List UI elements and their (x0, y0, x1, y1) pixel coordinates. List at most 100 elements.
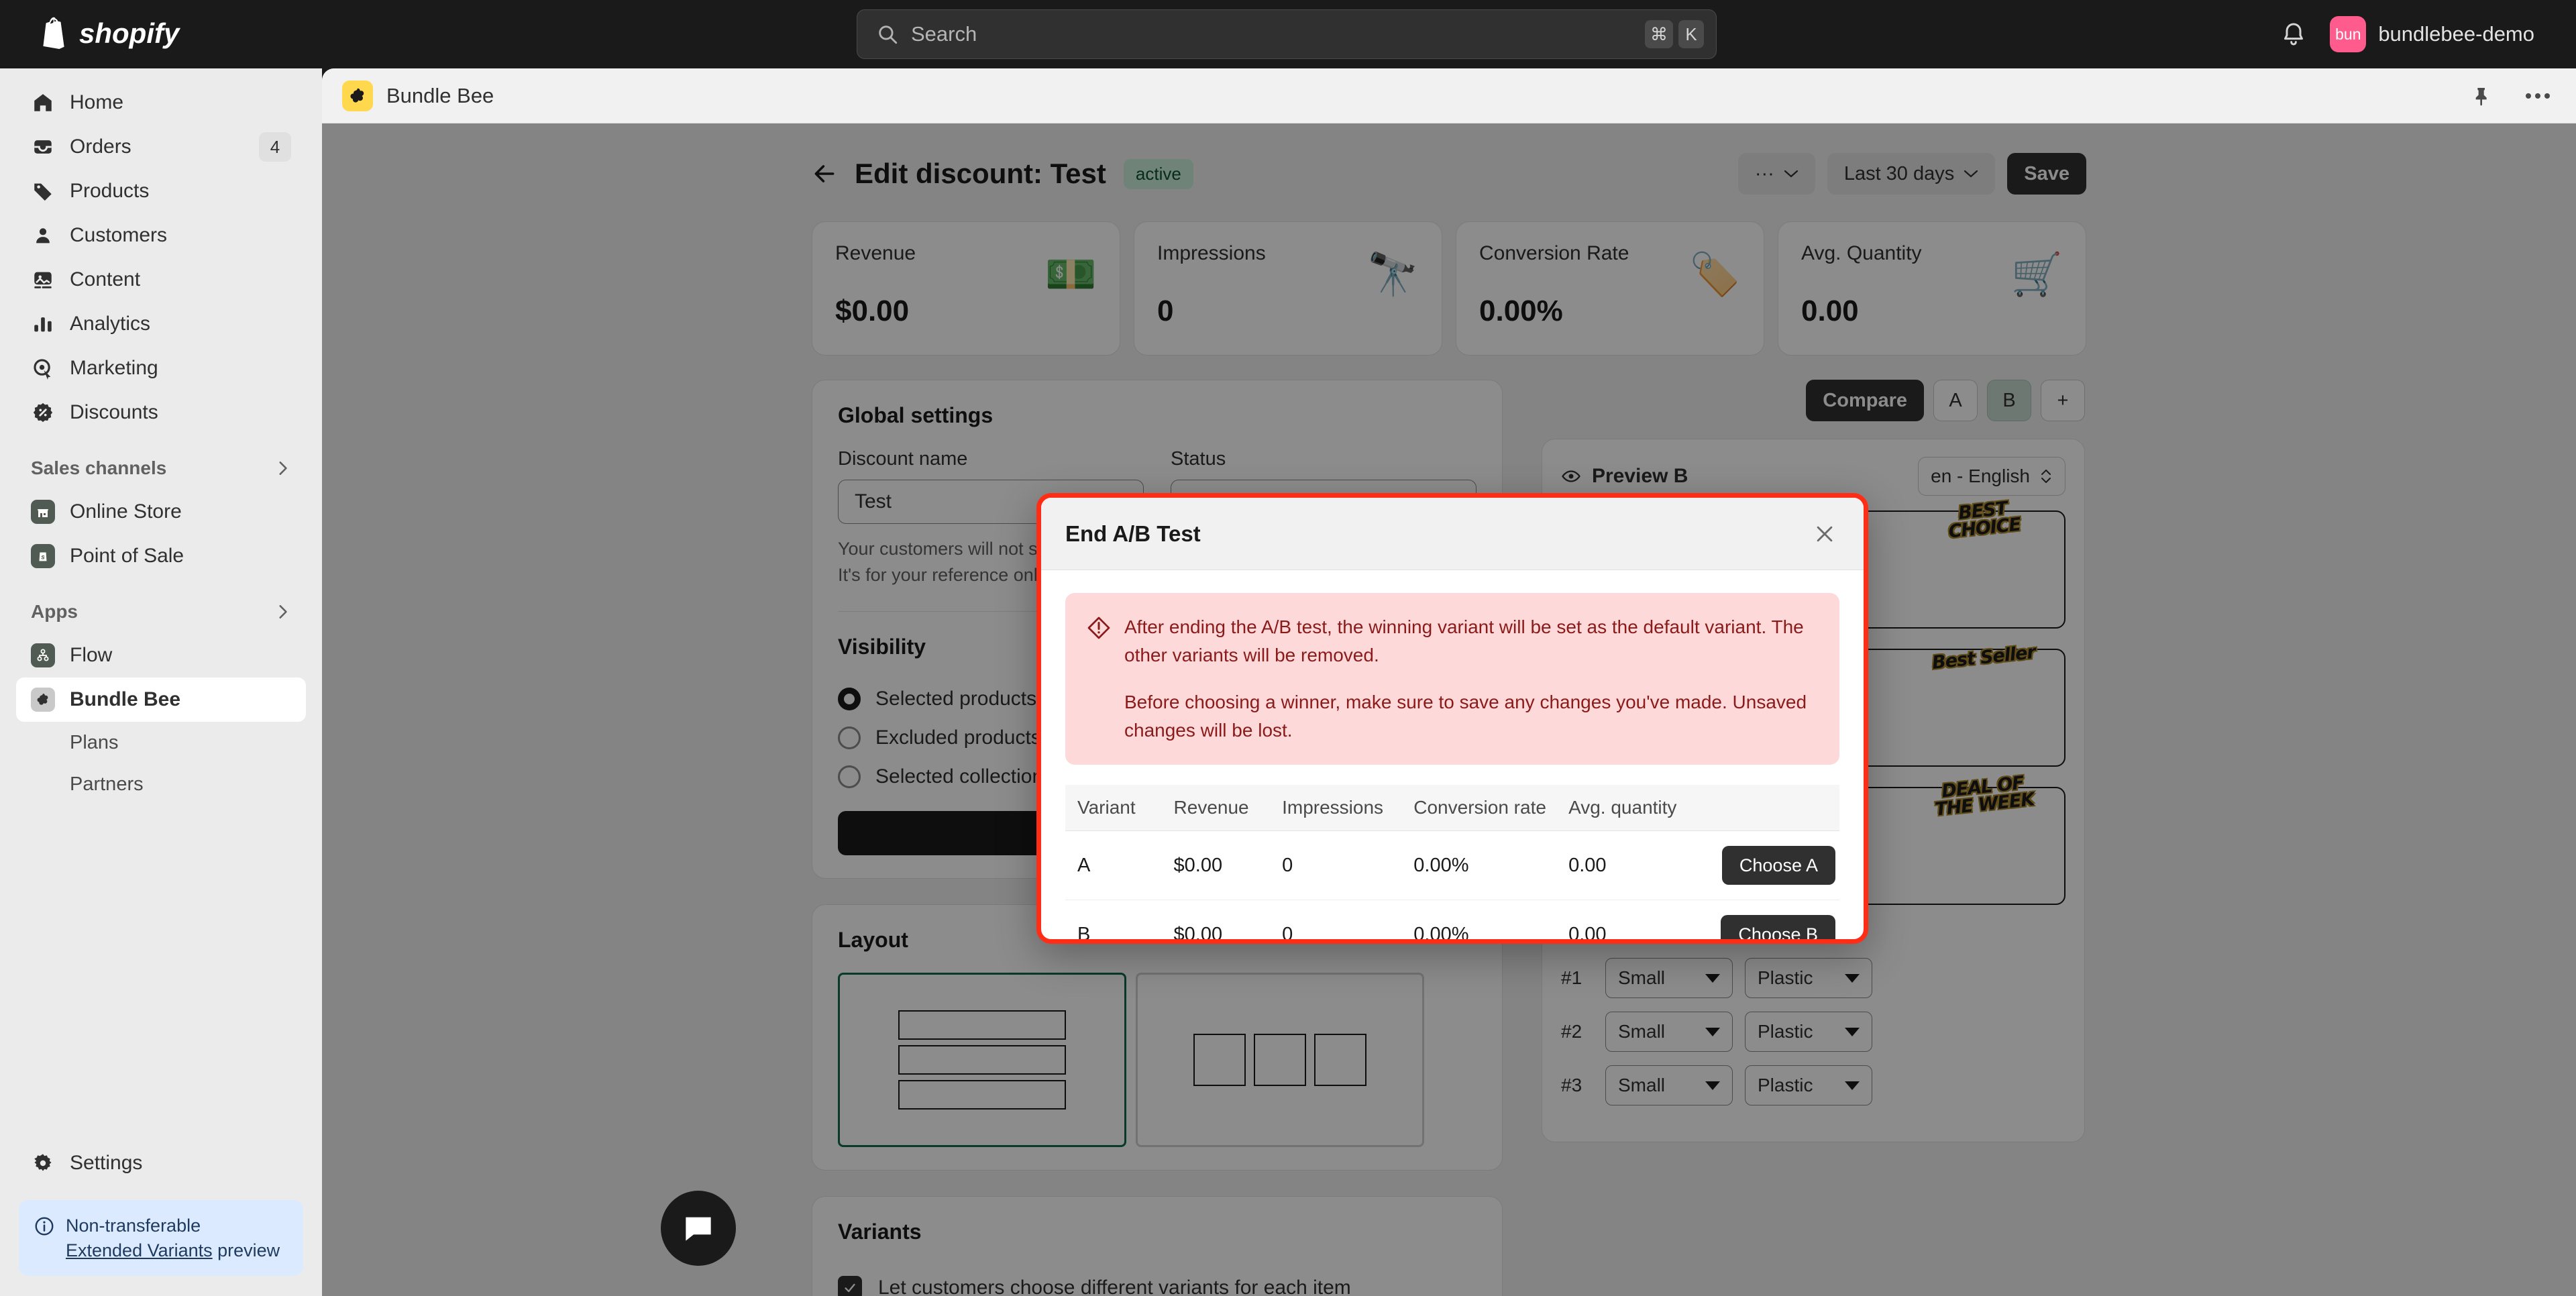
shopify-bag-icon (43, 17, 64, 50)
sidebar-item-label: Content (70, 268, 141, 290)
customers-icon (31, 223, 55, 248)
banner-suffix: preview (212, 1240, 280, 1260)
search-icon (879, 25, 898, 44)
search-shortcut: ⌘ K (1645, 20, 1704, 48)
modal-body: After ending the A/B test, the winning v… (1041, 570, 1864, 944)
chat-bubble-icon (686, 1217, 711, 1241)
sidebar-item-label: Products (70, 180, 150, 202)
cell-avg-quantity: 0.00 (1568, 830, 1708, 900)
sidebar: Home Orders 4 Products Customers Content… (0, 68, 322, 1296)
account-menu-button[interactable]: bun bundlebee-demo (2324, 11, 2546, 58)
sidebar-item-content[interactable]: Content (16, 258, 306, 302)
sidebar-item-label: Point of Sale (70, 545, 184, 567)
table-body: A $0.00 0 0.00% 0.00 Choose A B $0.00 0 … (1065, 830, 1839, 944)
modal-title: End A/B Test (1065, 521, 1201, 546)
sidebar-item-point-of-sale[interactable]: s Point of Sale (16, 534, 306, 578)
column-impressions: Impressions (1282, 785, 1414, 831)
column-revenue: Revenue (1173, 785, 1283, 831)
cell-impressions: 0 (1282, 923, 1293, 944)
close-x-icon (1817, 526, 1833, 541)
app-bar-actions (2471, 85, 2551, 107)
sidebar-item-label: Customers (70, 224, 168, 246)
table-row: A $0.00 0 0.00% 0.00 Choose A (1065, 830, 1839, 900)
choose-a-button[interactable]: Choose A (1721, 846, 1835, 885)
warning-paragraph-1: After ending the A/B test, the winning v… (1124, 616, 1804, 665)
cell-action: Choose A (1707, 830, 1839, 900)
warning-paragraph-2: Before choosing a winner, make sure to s… (1124, 692, 1807, 741)
column-conversion-rate: Conversion rate (1413, 785, 1569, 831)
sidebar-item-label: Home (70, 91, 124, 113)
more-options-icon[interactable] (2525, 92, 2551, 100)
sidebar-item-products[interactable]: Products (16, 169, 306, 213)
warning-banner: After ending the A/B test, the winning v… (1065, 593, 1839, 765)
content-icon (31, 268, 55, 292)
products-icon (31, 179, 55, 203)
banner-line1: Non-transferable (66, 1216, 201, 1236)
table-header: Variant Revenue Impressions Conversion r… (1065, 785, 1839, 831)
cell-variant: A (1065, 830, 1174, 900)
sidebar-section-apps[interactable]: Apps (16, 590, 306, 633)
sidebar-item-label: Discounts (70, 401, 158, 423)
search-input[interactable]: Search ⌘ K (857, 9, 1717, 59)
choose-b-button[interactable]: Choose B (1721, 915, 1835, 939)
column-variant: Variant (1065, 785, 1174, 831)
column-avg-quantity: Avg. quantity (1568, 785, 1708, 831)
extended-variants-link[interactable]: Extended Variants (66, 1240, 213, 1260)
app-title: Bundle Bee (386, 83, 494, 107)
sidebar-item-label: Bundle Bee (70, 688, 181, 710)
top-bar: shopify Search ⌘ K bun bundlebee-demo (0, 0, 2576, 68)
extended-variants-preview-banner: Non-transferable Extended Variants previ… (19, 1200, 303, 1276)
store-name: bundlebee-demo (2378, 22, 2534, 46)
svg-text:s: s (41, 554, 45, 561)
sidebar-subitem-label: Plans (70, 731, 119, 753)
search-placeholder: Search (911, 22, 977, 46)
chevron-right-icon (279, 462, 287, 475)
column-action (1707, 785, 1839, 831)
avatar: bun (2330, 16, 2367, 52)
table-header-row: Variant Revenue Impressions Conversion r… (1065, 785, 1839, 831)
cell-impressions: 0 (1282, 830, 1414, 900)
chevron-right-icon (279, 605, 287, 618)
sidebar-item-label: Settings (70, 1152, 143, 1175)
section-label: Sales channels (31, 457, 167, 478)
sidebar-item-plans[interactable]: Plans (16, 722, 306, 763)
sidebar-item-label: Analytics (70, 313, 151, 335)
sidebar-item-marketing[interactable]: Marketing (16, 346, 306, 390)
orders-icon (31, 135, 55, 159)
online-store-icon (31, 500, 55, 524)
analytics-icon (31, 312, 55, 336)
shopify-logo[interactable]: shopify (0, 17, 322, 52)
sidebar-item-analytics[interactable]: Analytics (16, 302, 306, 346)
ab-results-table: Variant Revenue Impressions Conversion r… (1065, 785, 1839, 944)
sidebar-item-label: Flow (70, 644, 113, 666)
sidebar-item-customers[interactable]: Customers (16, 213, 306, 258)
shopify-wordmark: shopify (79, 19, 181, 49)
sidebar-section-sales-channels[interactable]: Sales channels (16, 447, 306, 490)
sidebar-item-settings[interactable]: Settings (16, 1141, 306, 1185)
chat-support-button[interactable] (661, 1191, 736, 1266)
end-ab-test-modal: End A/B Test After ending the A/B test, … (1036, 493, 1868, 944)
sidebar-item-flow[interactable]: Flow (16, 633, 306, 678)
point-of-sale-icon: s (31, 544, 55, 568)
cell-conversion-rate: 0.00% (1413, 923, 1469, 944)
cell-revenue: $0.00 (1173, 830, 1283, 900)
close-icon[interactable] (1810, 519, 1839, 549)
bundle-bee-app-icon (342, 80, 373, 111)
modal-header: End A/B Test (1041, 498, 1864, 570)
kbd-cmd: ⌘ (1645, 20, 1673, 48)
sidebar-item-home[interactable]: Home (16, 80, 306, 125)
info-icon (35, 1217, 54, 1236)
warning-icon (1087, 616, 1110, 639)
sidebar-item-label: Online Store (70, 500, 182, 523)
sidebar-item-partners[interactable]: Partners (16, 763, 306, 805)
bundle-bee-icon (31, 688, 55, 712)
account-area: bun bundlebee-demo (2280, 0, 2546, 68)
notifications-bell-icon[interactable] (2280, 20, 2307, 48)
sidebar-item-discounts[interactable]: Discounts (16, 390, 306, 435)
sidebar-item-orders[interactable]: Orders 4 (16, 125, 306, 169)
sidebar-item-bundle-bee[interactable]: Bundle Bee (16, 678, 306, 722)
sidebar-item-online-store[interactable]: Online Store (16, 490, 306, 534)
sidebar-item-label: Orders (70, 136, 131, 158)
pin-icon[interactable] (2471, 85, 2493, 107)
